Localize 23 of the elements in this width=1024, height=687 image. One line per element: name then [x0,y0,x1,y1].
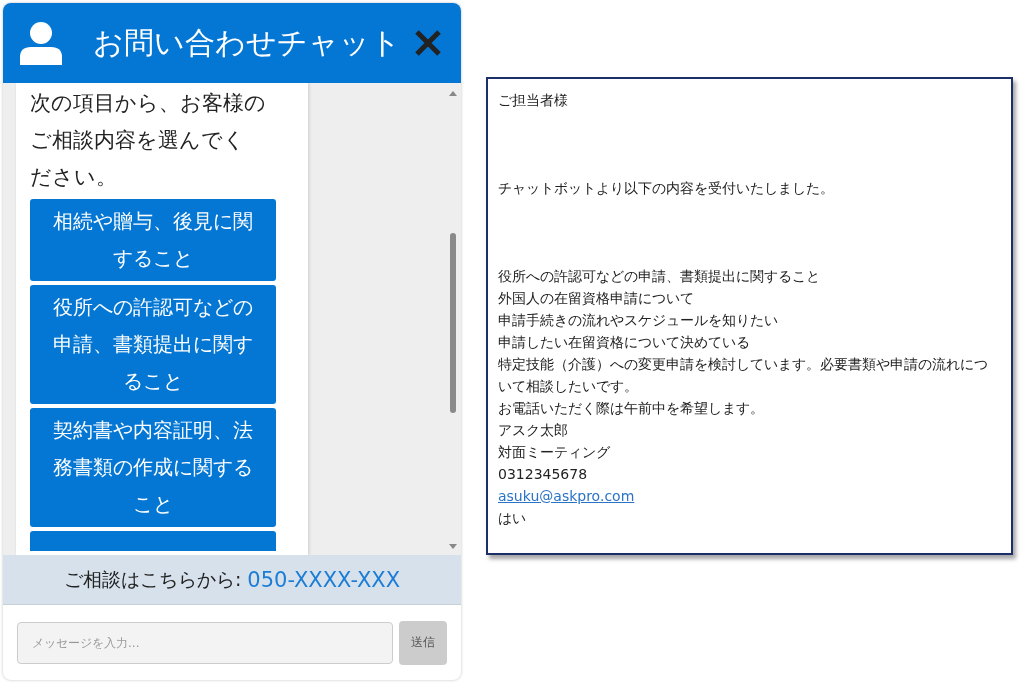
email-line: 0312345678 [498,465,589,484]
email-link[interactable]: asuku@askpro.com [498,485,635,507]
option-button[interactable]: 相続や贈与、後見に関すること [30,199,276,281]
email-line: 外国人の在留資格申請について [498,289,695,308]
email-line: はい [498,509,527,528]
option-button[interactable]: 役所への許認可などの申請、書類提出に関すること [30,285,276,404]
message-input[interactable]: メッセージを入力... [17,621,393,664]
user-icon [19,21,63,65]
email-line: 役所への許認可などの申請、書類提出に関すること [498,267,821,286]
contact-label: ご相談はこちらから: [63,566,242,592]
email-line: 特定技能（介護）への変更申請を検討しています。必要書類や申請の流れについて相談したいです。 [498,355,988,396]
chat-title: お問い合わせチャット [93,23,402,62]
phone-link[interactable]: 050-XXXX-XXX [247,567,401,592]
email-intro: チャットボットより以下の内容を受付いたしました。 [498,179,835,198]
email-line: 申請手続きの流れやスケジュールを知りたい [498,311,779,330]
close-button[interactable] [413,28,443,58]
email-line: お電話いただく際は午前中を希望します。 [498,399,765,418]
email-greeting: ご担当者様 [498,91,569,110]
email-line: アスク太郎 [498,421,569,440]
email-line: 対面ミーティング [498,443,611,462]
email-line: 申請したい在留資格について決めている [498,333,751,352]
bot-message: 次の項目から、お客様のご相談内容を選んでください。 [30,90,266,191]
option-button[interactable]: 契約書や内容証明、法務書類の作成に関すること [30,408,276,527]
